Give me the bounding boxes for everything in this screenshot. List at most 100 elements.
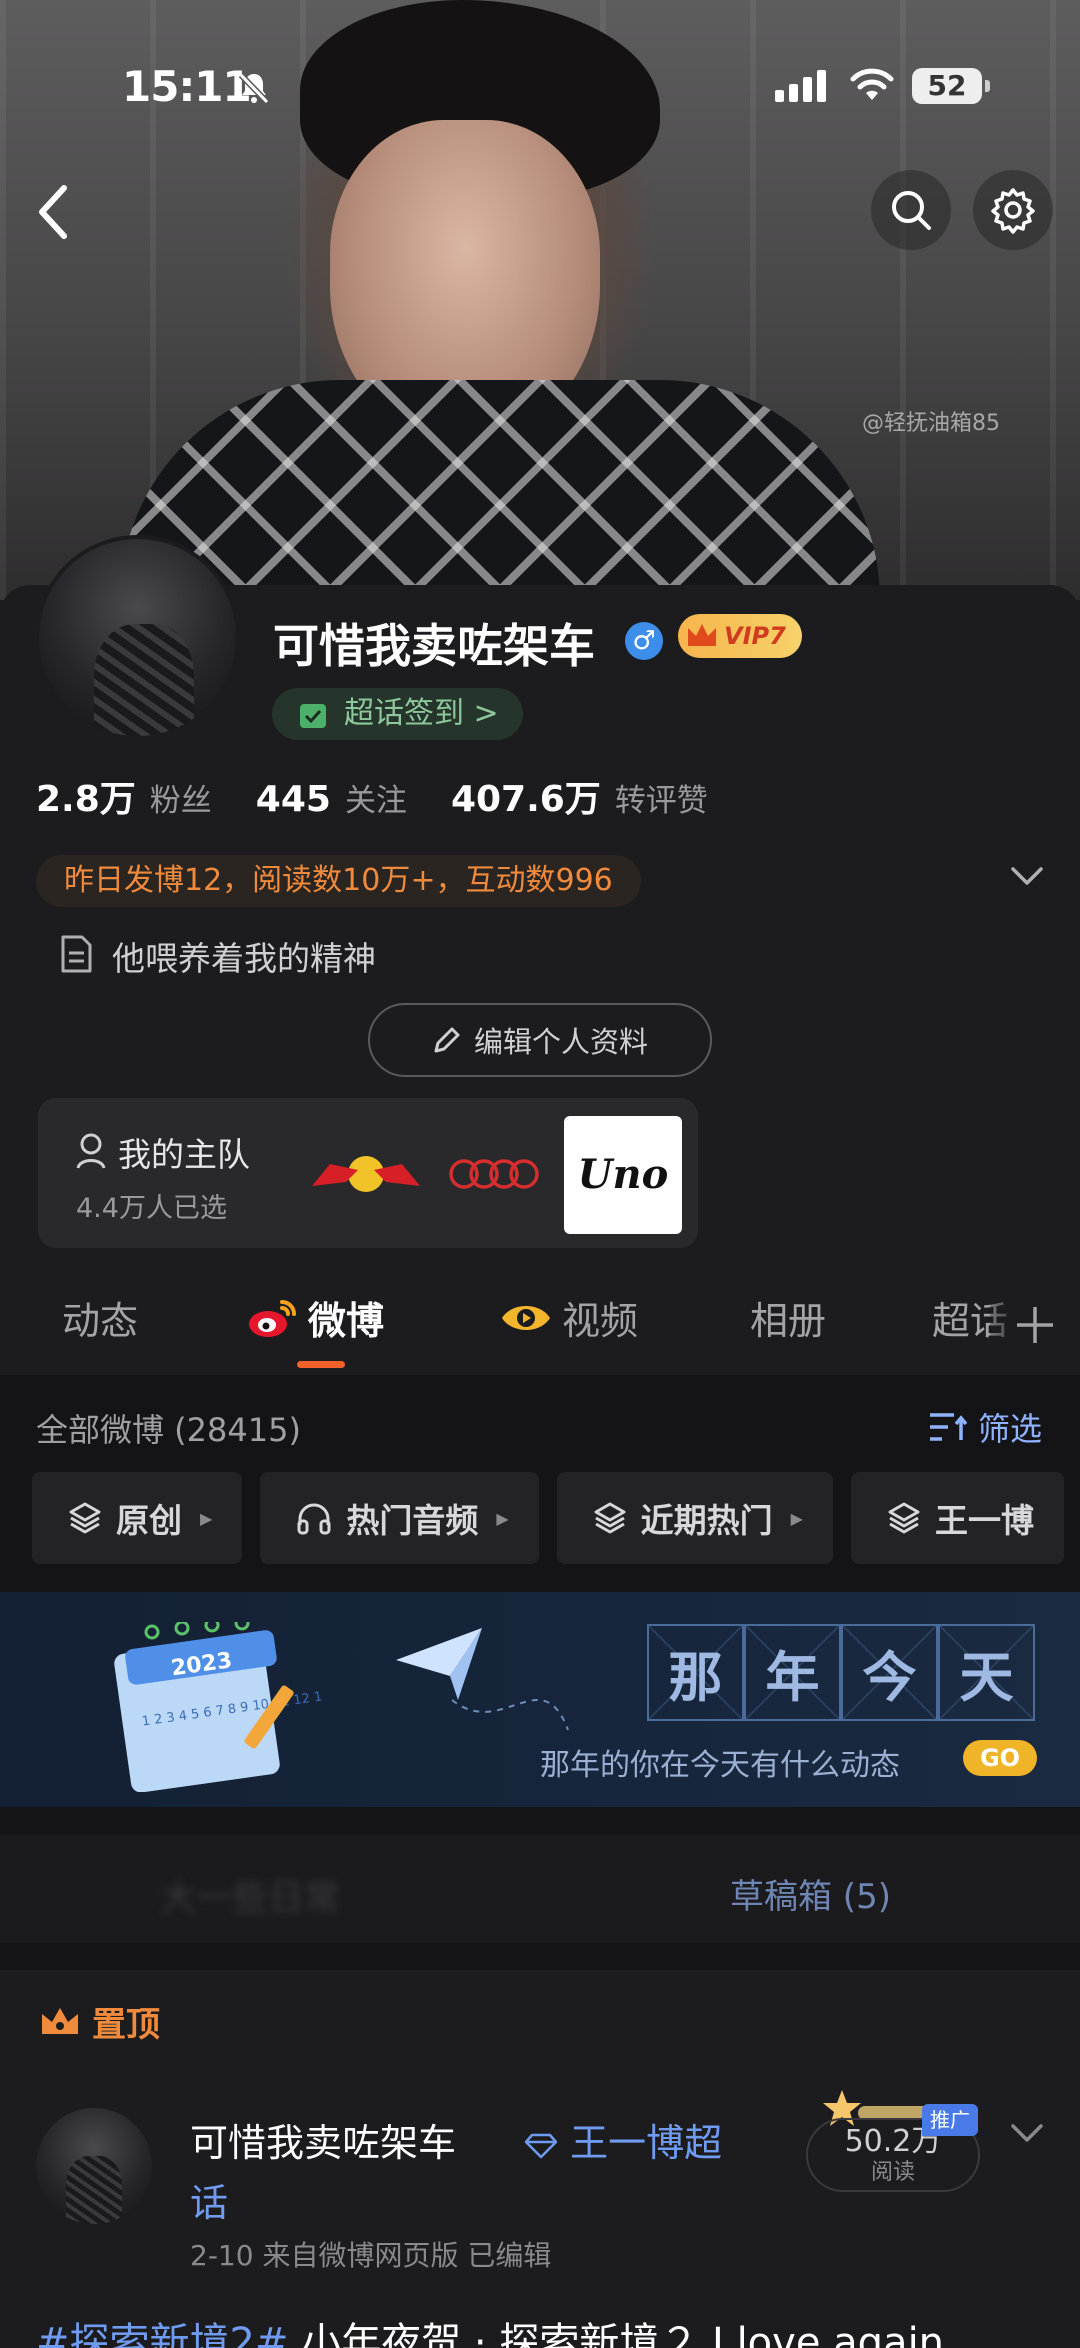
- chip-recent-hot[interactable]: 近期热门 ▶: [556, 1472, 833, 1564]
- layers-icon: [69, 1502, 101, 1534]
- my-team-card[interactable]: 我的主队 4.4万人已选 Uno: [38, 1098, 698, 1248]
- my-team-subtitle: 4.4万人已选: [76, 1193, 227, 1224]
- chip-label: 原创: [116, 1501, 182, 1540]
- male-gender-icon: ♂: [625, 622, 663, 660]
- post-meta: 2-10 来自微博网页版 已编辑: [190, 2239, 552, 2272]
- cover-photo-coat: [120, 380, 880, 600]
- super-topic-name: 王一博超: [570, 2121, 723, 2165]
- back-button[interactable]: [22, 172, 82, 252]
- activity-summary-badge[interactable]: 昨日发博12，阅读数10万+，互动数996: [36, 855, 641, 907]
- edit-profile-button[interactable]: 编辑个人资料: [368, 1003, 712, 1077]
- chip-original[interactable]: 原创 ▶: [32, 1472, 243, 1564]
- profile-tabs: 动态 微博 视频 相册 超话: [0, 1270, 1080, 1375]
- on-this-day-banner[interactable]: 2023 1 2 3 4 5 6 7 8 9 10 11 12 13 14 15…: [0, 1592, 1080, 1807]
- post-super-topic-suffix[interactable]: 话: [190, 2172, 228, 2227]
- post-super-topic-link[interactable]: 王一博超: [524, 2112, 722, 2167]
- headphones-icon: [297, 1503, 331, 1535]
- on-this-day-subtitle: 那年的你在今天有什么动态: [540, 1748, 900, 1783]
- team-badge-icon: [76, 1133, 106, 1169]
- title-char: 天: [938, 1624, 1035, 1721]
- tab-dynamics[interactable]: 动态: [62, 1290, 138, 1345]
- search-icon: [892, 191, 931, 230]
- my-team-title: 我的主队: [118, 1135, 250, 1174]
- post-hashtag-link[interactable]: #探索新境2#: [36, 2320, 288, 2348]
- filter-label: 筛选: [978, 1410, 1043, 1448]
- profile-stats: 2.8万 粉丝 445 关注 407.6万 转评赞: [36, 770, 752, 822]
- calendar-check-icon: [300, 704, 326, 728]
- vip-level-label: VIP7: [724, 622, 786, 650]
- post-text: #探索新境2# 小年夜贺 · 探索新境２ I love again: [36, 2310, 944, 2348]
- followers-count[interactable]: 2.8万: [36, 770, 136, 822]
- uno-team-logo: Uno: [564, 1116, 682, 1234]
- chip-label: 热门音频: [346, 1501, 479, 1540]
- audi-rings-logo-icon: [449, 1159, 539, 1189]
- engagement-count[interactable]: 407.6万: [451, 770, 601, 822]
- edit-profile-label: 编辑个人资料: [473, 1025, 648, 1059]
- chip-hot-audio[interactable]: 热门音频 ▶: [260, 1472, 539, 1564]
- tab-label: 相册: [750, 1299, 827, 1343]
- drafts-row: 大一些日常 草稿箱 (5): [0, 1835, 1080, 1943]
- category-chips: 原创 ▶ 热门音频 ▶ 近期热门 ▶ 王一博: [32, 1472, 1064, 1564]
- post-author-avatar[interactable]: [36, 2108, 152, 2224]
- chevron-down-icon[interactable]: [1010, 2122, 1044, 2144]
- tab-label: 动态: [62, 1299, 139, 1343]
- chevron-left-icon: [39, 185, 67, 239]
- layers-icon: [594, 1502, 626, 1534]
- all-posts-count: 全部微博 (28415): [36, 1411, 301, 1449]
- tab-album[interactable]: 相册: [750, 1290, 826, 1345]
- cover-watermark: @轻抚油箱85: [862, 411, 1000, 436]
- profile-bio: 他喂养着我的精神: [112, 939, 376, 978]
- red-bull-logo-icon: [312, 1156, 420, 1192]
- promote-badge[interactable]: 推广: [922, 2104, 978, 2136]
- following-count[interactable]: 445: [256, 779, 331, 820]
- title-char: 年: [744, 1624, 841, 1721]
- calendar-illustration-icon: 2023 1 2 3 4 5 6 7 8 9 10 11 12 13 14 15…: [114, 1622, 322, 1792]
- pencil-icon: [434, 1027, 460, 1053]
- tab-weibo[interactable]: 微博: [246, 1290, 384, 1345]
- video-eye-icon: [502, 1305, 550, 1330]
- silent-mode-icon: [238, 72, 270, 105]
- followers-label[interactable]: 粉丝: [150, 775, 212, 820]
- read-count-label: 阅读: [870, 2160, 915, 2185]
- battery-indicator: 52: [912, 68, 990, 104]
- pinned-text: 置顶: [92, 2005, 160, 2045]
- pinned-label: 置顶: [38, 1997, 160, 2046]
- crown-icon: [42, 2007, 78, 2034]
- filter-button[interactable]: 筛选: [928, 1404, 1042, 1450]
- settings-button[interactable]: [973, 170, 1053, 250]
- post-body-text: 小年夜贺 · 探索新境２ I love again: [288, 2320, 945, 2348]
- blurred-text: 大一些日常: [160, 1878, 341, 1919]
- title-char: 那: [647, 1624, 744, 1721]
- more-tabs-button[interactable]: [990, 1290, 1080, 1360]
- active-tab-indicator: [297, 1361, 345, 1368]
- profile-username: 可惜我卖咗架车: [273, 619, 595, 673]
- chip-wang-yibo[interactable]: 王一博: [850, 1472, 1064, 1564]
- drafts-box-link[interactable]: 草稿箱 (5): [730, 1869, 891, 1918]
- status-time: 15:11: [122, 62, 252, 111]
- chip-arrow-icon: ▶: [496, 1508, 509, 1528]
- chip-arrow-icon: ▶: [790, 1508, 803, 1528]
- weibo-logo-icon: [249, 1299, 296, 1337]
- avatar[interactable]: [35, 535, 240, 740]
- chip-arrow-icon: ▶: [200, 1508, 213, 1528]
- following-label[interactable]: 关注: [345, 775, 407, 820]
- plus-icon: [1017, 1307, 1053, 1343]
- paper-plane-icon: [396, 1628, 569, 1731]
- wifi-icon: [850, 68, 894, 100]
- chevron-down-icon[interactable]: [1010, 865, 1044, 887]
- vip-badge[interactable]: VIP7: [678, 614, 802, 658]
- crown-icon: [688, 624, 716, 646]
- layers-icon: [888, 1502, 920, 1534]
- tab-video[interactable]: 视频: [500, 1290, 638, 1345]
- go-button[interactable]: GO: [963, 1740, 1037, 1776]
- cellular-signal-icon: [775, 70, 826, 102]
- post-author-name[interactable]: 可惜我卖咗架车: [190, 2112, 456, 2167]
- tab-label: 视频: [562, 1299, 639, 1343]
- on-this-day-title: 那 年 今 天: [647, 1624, 1035, 1721]
- diamond-icon: [524, 2133, 558, 2158]
- search-button[interactable]: [871, 170, 951, 250]
- engagement-label[interactable]: 转评赞: [615, 775, 708, 820]
- filter-sort-icon: [930, 1413, 968, 1441]
- super-topic-checkin-button[interactable]: 超话签到 >: [272, 688, 523, 740]
- checkin-label: 超话签到 >: [344, 696, 499, 731]
